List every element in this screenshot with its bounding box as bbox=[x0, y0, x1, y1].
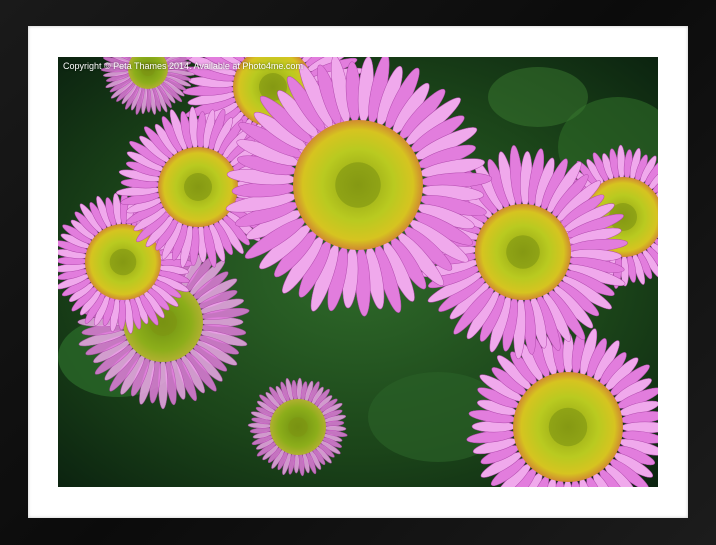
copyright-watermark: Copyright © Peta Thames 2014. Available … bbox=[63, 61, 303, 71]
picture-frame: Copyright © Peta Thames 2014. Available … bbox=[0, 0, 716, 545]
flower-illustration bbox=[58, 57, 658, 487]
flower-photo: Copyright © Peta Thames 2014. Available … bbox=[58, 57, 658, 487]
